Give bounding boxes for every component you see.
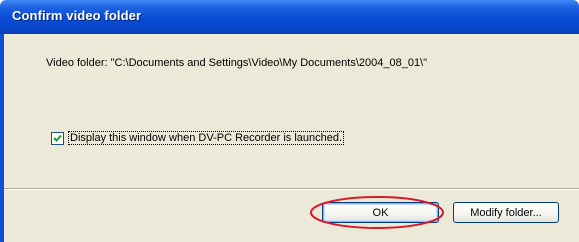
video-folder-path: Video folder: "C:\Documents and Settings… [46,57,428,69]
modify-folder-button[interactable]: Modify folder... [453,202,559,223]
checkmark-icon [53,134,62,142]
display-on-launch-label[interactable]: Display this window when DV-PC Recorder … [68,131,345,145]
dialog-title: Confirm video folder [12,8,142,23]
title-bar[interactable]: Confirm video folder [0,0,579,34]
red-highlight-ellipse [310,196,444,229]
display-on-launch-checkbox[interactable] [51,132,64,145]
divider [4,188,579,190]
confirm-video-folder-dialog: Confirm video folder Video folder: "C:\D… [0,0,579,242]
